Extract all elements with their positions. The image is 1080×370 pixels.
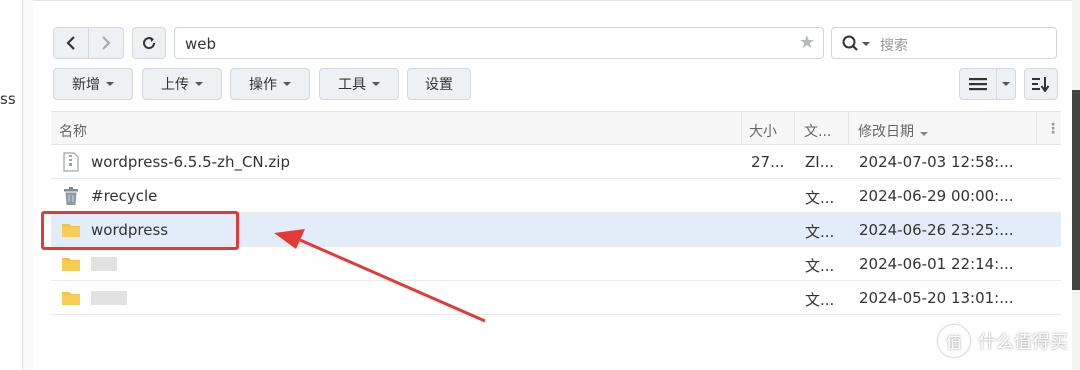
- watermark-text: 什么值得买: [978, 332, 1068, 353]
- annotation-arrow: [274, 229, 486, 323]
- watermark-logo-icon: 值: [938, 325, 970, 357]
- watermark: 值 什么值得买: [938, 325, 1068, 357]
